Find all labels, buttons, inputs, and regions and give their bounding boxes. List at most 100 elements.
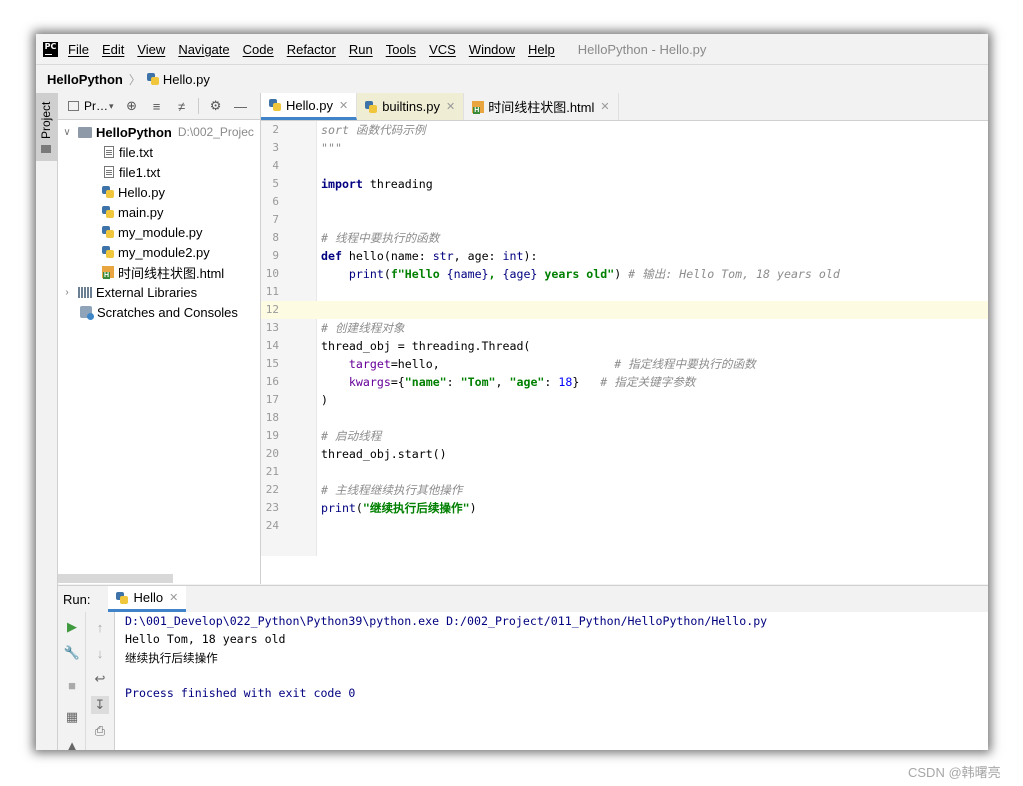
code-line: 15 target=hello, # 指定线程中要执行的函数 — [265, 357, 756, 371]
chevron-down-icon[interactable]: ∨ — [60, 127, 74, 138]
tree-item-hello-py[interactable]: Hello.py — [58, 182, 260, 202]
dropdown-chevron-icon[interactable]: ▾ — [109, 101, 114, 112]
folder-icon — [41, 145, 51, 153]
root-project-path: D:\002_Projec — [177, 125, 254, 139]
stop-icon[interactable]: ■ — [63, 676, 81, 694]
html-file-icon — [102, 266, 114, 279]
wrench-icon[interactable]: 🔧 — [63, 644, 81, 662]
library-icon — [78, 286, 92, 298]
menu-edit[interactable]: Edit — [102, 42, 124, 57]
tab-hello-py[interactable]: Hello.py ✕ — [261, 93, 358, 120]
scratches-icon — [80, 306, 94, 320]
tab-label: builtins.py — [382, 99, 440, 114]
console-exit-message: Process finished with exit code 0 — [125, 686, 356, 700]
project-tool-window-button[interactable]: Project — [36, 93, 57, 161]
code-line: 3 """ — [272, 141, 342, 155]
text-file-icon — [104, 146, 114, 158]
menu-window[interactable]: Window — [469, 42, 515, 57]
gear-icon[interactable]: ⚙ — [208, 98, 224, 114]
code-line: 20 thread_obj.start() — [265, 447, 447, 461]
print-icon[interactable]: ⎙ — [91, 722, 109, 740]
menu-tools[interactable]: Tools — [386, 42, 416, 57]
code-line: 6 — [272, 195, 279, 208]
toolbar-divider — [197, 98, 199, 114]
code-line: 10 print(f"Hello {name}, {age} years old… — [265, 267, 840, 281]
close-icon[interactable]: ✕ — [446, 100, 455, 113]
tree-item-label: Scratches and Consoles — [97, 304, 238, 320]
rerun-icon[interactable]: ▶ — [63, 618, 81, 636]
tab-label: Hello.py — [286, 97, 333, 113]
code-line: 2 sort 函数代码示例 — [272, 123, 426, 137]
tree-item-label: 时间线柱状图.html — [118, 265, 225, 281]
menu-view[interactable]: View — [137, 42, 165, 57]
python-file-icon — [116, 591, 129, 604]
code-line: 18 — [265, 411, 279, 424]
menu-code[interactable]: Code — [243, 42, 274, 57]
soft-wrap-icon[interactable]: ↩ — [91, 670, 109, 688]
run-console[interactable]: D:\001_Develop\022_Python\Python39\pytho… — [115, 612, 988, 750]
tree-item-my-module-py[interactable]: my_module.py — [58, 222, 260, 242]
code-editor: Hello.py ✕ builtins.py ✕ 时间线柱状图.html ✕ 2… — [261, 93, 988, 584]
project-view-selector[interactable]: Pr… — [84, 99, 108, 113]
close-icon[interactable]: ✕ — [169, 591, 178, 604]
console-output-line: 继续执行后续操作 — [125, 651, 218, 665]
code-line: 9 def hello(name: str, age: int): — [272, 249, 538, 263]
code-line: 16 kwargs={"name": "Tom", "age": 18} # 指… — [265, 375, 696, 389]
code-line: 17) — [265, 393, 328, 407]
menu-file[interactable]: File — [68, 42, 89, 57]
tab-builtins-py[interactable]: builtins.py ✕ — [357, 93, 465, 120]
code-line: 4 — [272, 159, 279, 172]
code-line: 11 — [265, 285, 279, 298]
project-view-icon — [68, 101, 79, 111]
scroll-to-end-icon[interactable]: ↧ — [91, 696, 109, 714]
code-line: 7 — [272, 213, 279, 226]
project-horizontal-scrollbar[interactable] — [58, 574, 173, 583]
project-stripe-label: Project — [39, 101, 53, 139]
tree-item-scratches[interactable]: Scratches and Consoles — [58, 302, 260, 322]
down-arrow-icon[interactable]: ↓ — [91, 644, 109, 662]
code-line: 22 # 主线程继续执行其他操作 — [265, 483, 463, 497]
tree-item-label: file1.txt — [119, 164, 161, 180]
menu-run[interactable]: Run — [349, 42, 373, 57]
breadcrumb: HelloPython 〉 Hello.py — [36, 64, 988, 94]
tree-root[interactable]: ∨ HelloPython D:\002_Projec — [58, 122, 260, 142]
project-panel: Pr… ▾ ⊕ ≡ ≠ ⚙ — ∨ HelloPython D:\002_Pro… — [58, 93, 261, 584]
text-file-icon — [104, 166, 114, 178]
code-area[interactable]: 2 sort 函数代码示例 3 """ 4 5 import threading 6 … — [261, 121, 988, 556]
tree-item-file1-txt[interactable]: file1.txt — [58, 162, 260, 182]
collapse-all-icon[interactable]: ≠ — [174, 98, 190, 114]
python-file-icon — [269, 99, 281, 111]
menu-bar: PC File Edit View Navigate Code Refactor… — [36, 34, 988, 64]
toolbar-divider — [85, 612, 86, 750]
code-line: 5 import threading — [272, 177, 433, 191]
python-file-icon — [365, 100, 378, 113]
run-tab-hello[interactable]: Hello ✕ — [108, 586, 187, 612]
code-line: 21 — [265, 465, 279, 478]
menu-vcs[interactable]: VCS — [429, 42, 456, 57]
expand-all-icon[interactable]: ≡ — [149, 98, 165, 114]
tab-html-file[interactable]: 时间线柱状图.html ✕ — [464, 93, 619, 120]
tree-item-file-txt[interactable]: file.txt — [58, 142, 260, 162]
up-arrow-icon[interactable]: ↑ — [91, 618, 109, 636]
locate-crosshair-icon[interactable]: ⊕ — [124, 98, 140, 114]
pin-icon[interactable]: ▲ — [63, 736, 81, 751]
tree-item-label: my_module.py — [118, 224, 203, 240]
close-icon[interactable]: ✕ — [339, 99, 348, 112]
breadcrumb-project[interactable]: HelloPython — [47, 72, 123, 87]
run-panel-header: Run: Hello ✕ — [58, 585, 988, 613]
hide-panel-icon[interactable]: — — [233, 98, 249, 114]
run-tab-label: Hello — [133, 590, 164, 605]
menu-help[interactable]: Help — [528, 42, 555, 57]
close-icon[interactable]: ✕ — [600, 100, 609, 113]
layout-icon[interactable]: ▦ — [63, 708, 81, 726]
breadcrumb-file[interactable]: Hello.py — [163, 72, 210, 87]
tree-item-main-py[interactable]: main.py — [58, 202, 260, 222]
tree-item-html-file[interactable]: 时间线柱状图.html — [58, 262, 260, 282]
tree-item-my-module2-py[interactable]: my_module2.py — [58, 242, 260, 262]
chevron-right-icon[interactable]: › — [60, 287, 74, 298]
window-title: HelloPython - Hello.py — [577, 41, 707, 57]
tree-item-label: External Libraries — [96, 284, 198, 300]
menu-navigate[interactable]: Navigate — [178, 42, 229, 57]
tree-item-external-libraries[interactable]: › External Libraries — [58, 282, 260, 302]
menu-refactor[interactable]: Refactor — [287, 42, 336, 57]
